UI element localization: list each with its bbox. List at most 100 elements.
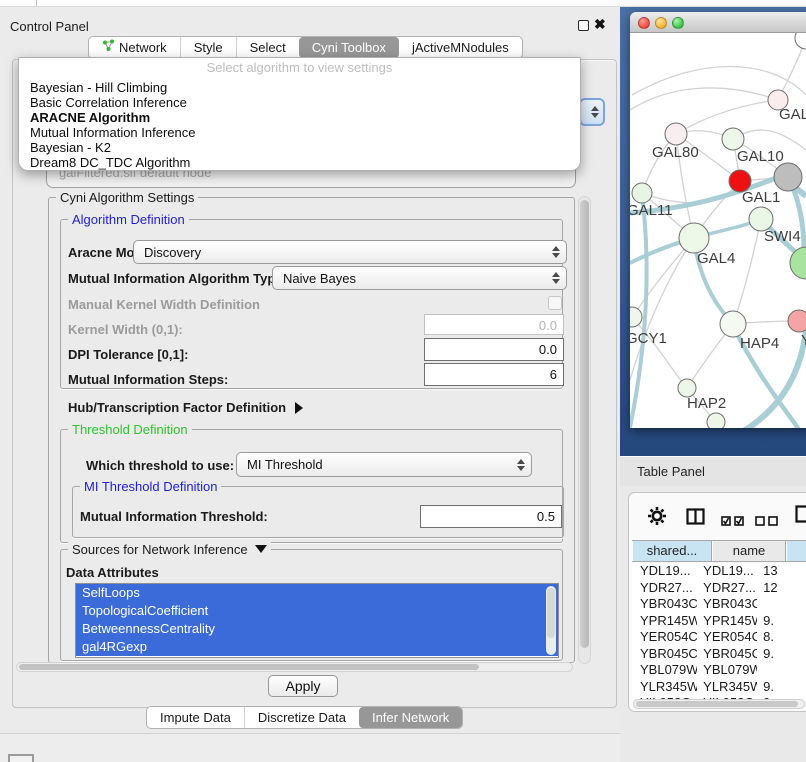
table-row[interactable]: YLR345WYLR345W9.: [632, 679, 806, 696]
close-panel-icon[interactable]: ✖: [594, 16, 606, 33]
network-graph: GALGAL80GAL10GAL1GAL11SWI4GAL4GCY1HAP4YH…: [630, 33, 806, 428]
tab-jactivemnodules[interactable]: jActiveMNodules: [399, 37, 522, 58]
gear-icon[interactable]: [647, 506, 667, 531]
tab-discretize-data[interactable]: Discretize Data: [244, 707, 359, 728]
table-cell: YER054C: [697, 629, 757, 646]
table-cell: 9.: [757, 646, 806, 663]
tab-network[interactable]: Network: [89, 37, 180, 58]
table-row[interactable]: YDL19...YDL19...13: [632, 563, 806, 580]
attribute-item-selfloops[interactable]: SelfLoops: [76, 584, 558, 602]
network-node-gal80[interactable]: [665, 123, 687, 145]
minimize-window-icon[interactable]: [655, 17, 667, 29]
attributes-scrollbar[interactable]: [546, 586, 556, 655]
mi-threshold-field[interactable]: 0.5: [420, 505, 562, 528]
algorithm-item-basic-correlation-inference[interactable]: Basic Correlation Inference: [19, 95, 580, 110]
node-label-y: Y: [801, 332, 806, 349]
docked-panel-icon[interactable]: [8, 754, 34, 762]
column-header-2[interactable]: [786, 541, 806, 561]
network-node-gal10[interactable]: [722, 128, 744, 150]
network-view-window[interactable]: GALGAL80GAL10GAL1GAL11SWI4GAL4GCY1HAP4YH…: [630, 12, 806, 428]
tab-cyni-toolbox[interactable]: Cyni Toolbox: [299, 37, 399, 58]
node-label-gal10: GAL10: [737, 148, 784, 165]
control-panel-tab-strip: NetworkStyleSelect Cyni Toolbox jActiveMNo…: [88, 36, 523, 59]
kernel-width-field[interactable]: 0.0: [424, 314, 564, 335]
tab-impute-data[interactable]: Impute Data: [147, 707, 244, 728]
zoom-window-icon[interactable]: [672, 17, 684, 29]
attribute-item-topologicalcoefficient[interactable]: TopologicalCoefficient: [76, 602, 558, 620]
deselect-all-checkboxes-icon[interactable]: [755, 513, 779, 531]
attribute-item-betweennesscentrality[interactable]: BetweennessCentrality: [76, 620, 558, 638]
tab-label: Cyni Toolbox: [312, 37, 386, 58]
settings-vertical-scrollbar[interactable]: [578, 196, 591, 664]
table-row[interactable]: YBR043CYBR043C: [632, 596, 806, 613]
table-row[interactable]: YPR145WYPR145W9.: [632, 613, 806, 630]
top-strip-tick: [36, 0, 37, 6]
tab-style[interactable]: Style: [180, 37, 236, 58]
table-cell: YBR045C: [632, 646, 697, 663]
collapse-down-icon[interactable]: [255, 545, 267, 553]
settings-horizontal-scrollbar[interactable]: [16, 662, 573, 672]
algorithm-item-bayesian-k2[interactable]: Bayesian - K2: [19, 140, 580, 155]
algorithm-item-aracne-algorithm[interactable]: ARACNE Algorithm: [19, 110, 580, 125]
table-row[interactable]: YBR045CYBR045C9.: [632, 646, 806, 663]
tab-infer-network[interactable]: Infer Network: [359, 707, 462, 728]
algorithm-item-bayesian-hill-climbing[interactable]: Bayesian - Hill Climbing: [19, 80, 580, 95]
network-node-hap4[interactable]: [720, 311, 746, 337]
network-window-titlebar[interactable]: [630, 12, 806, 33]
table-cell: [757, 596, 806, 613]
split-columns-icon[interactable]: [686, 508, 705, 530]
algorithm-dropdown-popup: Select algorithm to view settings Bayesi…: [18, 57, 581, 171]
network-node[interactable]: [795, 33, 806, 49]
column-header-shared[interactable]: shared...: [632, 541, 712, 561]
select-all-checkboxes-icon[interactable]: [721, 513, 745, 531]
cyni-settings-title: Cyni Algorithm Settings: [56, 190, 198, 205]
close-window-icon[interactable]: [638, 17, 650, 29]
sources-title-text: Sources for Network Inference: [72, 542, 248, 557]
network-edge[interactable]: [642, 181, 740, 203]
network-canvas[interactable]: GALGAL80GAL10GAL1GAL11SWI4GAL4GCY1HAP4YH…: [630, 33, 806, 428]
network-edge[interactable]: [733, 219, 761, 324]
network-node-gal4[interactable]: [679, 223, 709, 253]
data-attributes-list[interactable]: SelfLoopsTopologicalCoefficientBetweenne…: [75, 583, 559, 658]
settings-horizontal-scrollbar-thumb[interactable]: [19, 664, 479, 670]
network-node-y[interactable]: [788, 310, 806, 332]
data-attributes-label: Data Attributes: [66, 565, 159, 580]
table-horizontal-scrollbar-thumb[interactable]: [636, 701, 798, 707]
which-threshold-combobox[interactable]: MI Threshold: [236, 452, 532, 477]
expand-right-icon[interactable]: [295, 402, 303, 414]
settings-vertical-scrollbar-thumb[interactable]: [580, 200, 589, 648]
table-row[interactable]: YDR27...YDR27...12: [632, 580, 806, 597]
column-header-name[interactable]: name: [712, 541, 786, 561]
table-cell: YBR045C: [697, 646, 757, 663]
table-cell: YBL079W: [632, 662, 697, 679]
aracne-mode-combobox[interactable]: Discovery: [133, 240, 567, 264]
attribute-item-gal4rgexp[interactable]: gal4RGexp: [76, 638, 558, 656]
tab-select[interactable]: Select: [236, 37, 299, 58]
manual-kernel-checkbox[interactable]: [548, 296, 562, 310]
tab-label: Impute Data: [160, 707, 231, 728]
network-node[interactable]: [774, 163, 802, 191]
new-column-icon[interactable]: [795, 505, 806, 528]
table-cell: YPR145W: [632, 613, 697, 630]
algorithm-combobox-focus-fragment[interactable]: [579, 98, 605, 126]
hub-definition-toggle[interactable]: Hub/Transcription Factor Definition: [68, 400, 303, 415]
node-label-gal80: GAL80: [652, 144, 699, 161]
table-row[interactable]: YBL079WYBL079W: [632, 662, 806, 679]
network-node-gal11[interactable]: [632, 183, 652, 203]
algorithm-item-dream8-dc-tdc-algorithm[interactable]: Dream8 DC_TDC Algorithm: [19, 155, 580, 170]
attributes-scrollbar-thumb[interactable]: [547, 588, 555, 638]
mi-type-combobox[interactable]: Naive Bayes: [272, 266, 567, 290]
network-node-gcy1[interactable]: [630, 307, 642, 327]
table-cell: YPR145W: [697, 613, 757, 630]
apply-button[interactable]: Apply: [268, 675, 338, 697]
node-label-gal1: GAL1: [742, 189, 780, 206]
dpi-tolerance-field[interactable]: 0.0: [424, 338, 564, 361]
network-edge[interactable]: [630, 88, 778, 110]
network-edge[interactable]: [676, 100, 778, 134]
float-panel-icon[interactable]: [578, 20, 589, 31]
network-node[interactable]: [707, 413, 725, 428]
table-horizontal-scrollbar[interactable]: [633, 699, 805, 709]
algorithm-item-mutual-information-inference[interactable]: Mutual Information Inference: [19, 125, 580, 140]
mi-steps-field[interactable]: 6: [424, 363, 564, 386]
table-row[interactable]: YER054CYER054C8.: [632, 629, 806, 646]
